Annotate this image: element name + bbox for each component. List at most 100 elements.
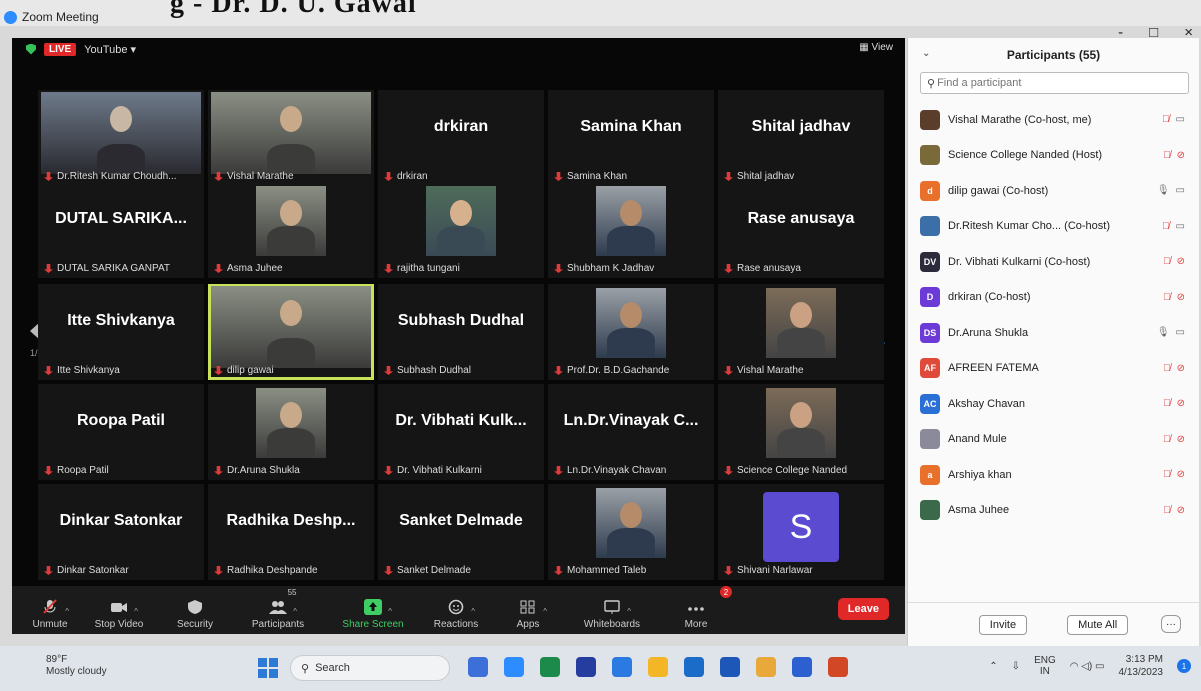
video-tile[interactable]: Radhika Deshp... Radhika Deshpande (208, 484, 374, 580)
mute-all-button[interactable]: Mute All (1067, 614, 1129, 635)
camera-off-icon[interactable]: ⊘ (1177, 292, 1185, 303)
unmute-button[interactable]: ^ Unmute (22, 586, 78, 630)
live-platform-dropdown[interactable]: YouTube ▾ (84, 43, 136, 56)
zoom-app-icon[interactable] (504, 657, 524, 677)
zoom-meeting-icon[interactable] (792, 657, 812, 677)
video-tile[interactable]: Vishal Marathe (208, 90, 374, 186)
participants-button[interactable]: ^ 55 Participants (230, 586, 326, 630)
camera-off-icon[interactable]: ⊘ (1177, 398, 1185, 409)
chrome-icon[interactable] (756, 657, 776, 677)
apps-button[interactable]: ^ Apps (492, 586, 564, 630)
camera-off-icon[interactable]: ⊘ (1177, 363, 1185, 374)
video-tile[interactable]: dilip gawai (208, 284, 374, 380)
participant-row[interactable]: Dr.Ritesh Kumar Cho... (Co-host) 🎙̸ ▭ (908, 209, 1199, 245)
leave-button[interactable]: Leave (837, 598, 889, 620)
copilot-icon[interactable] (468, 657, 488, 677)
video-tile[interactable]: Dinkar Satonkar Dinkar Satonkar (38, 484, 204, 580)
participant-search-box[interactable]: ⚲ (920, 72, 1189, 94)
mic-icon[interactable]: 🎙 (1157, 327, 1170, 338)
participant-row[interactable]: AC Akshay Chavan 🎙̸ ⊘ (908, 386, 1199, 422)
participant-row[interactable]: Asma Juhee 🎙̸ ⊘ (908, 493, 1199, 529)
encryption-shield-icon[interactable] (26, 43, 36, 55)
participant-row[interactable]: Science College Nanded (Host) 🎙̸ ⊘ (908, 138, 1199, 174)
video-tile[interactable]: Samina Khan Samina Khan (548, 90, 714, 186)
stop-video-button[interactable]: ^ Stop Video (78, 586, 160, 630)
edge-browser-icon[interactable] (540, 657, 560, 677)
notification-badge[interactable]: 1 (1177, 659, 1191, 673)
mic-muted-icon[interactable]: 🎙̸ (1163, 434, 1171, 445)
store-icon[interactable] (576, 657, 596, 677)
wifi-volume-battery-icon[interactable]: ◠ ◁) ▭ (1070, 661, 1105, 672)
participant-search-input[interactable] (937, 77, 1138, 89)
word-icon[interactable] (720, 657, 740, 677)
mic-muted-icon[interactable]: 🎙̸ (1162, 114, 1170, 125)
more-button[interactable]: 2 More (660, 586, 732, 630)
video-tile[interactable]: Shubham K Jadhav (548, 182, 714, 278)
live-badge[interactable]: LIVE (44, 42, 77, 56)
whiteboards-button[interactable]: ^ Whiteboards (564, 586, 660, 630)
camera-icon[interactable]: ▭ (1176, 185, 1185, 196)
video-tile[interactable]: Shital jadhav Shital jadhav (718, 90, 884, 186)
camera-off-icon[interactable]: ⊘ (1177, 150, 1185, 161)
view-button[interactable]: ▦ View (859, 42, 893, 53)
camera-icon[interactable]: ▭ (1176, 327, 1185, 338)
camera-off-icon[interactable]: ⊘ (1177, 505, 1185, 516)
participant-row[interactable]: DS Dr.Aruna Shukla 🎙 ▭ (908, 315, 1199, 351)
video-tile[interactable]: Mohammed Taleb (548, 484, 714, 580)
video-tile[interactable]: Roopa Patil Roopa Patil (38, 384, 204, 480)
maximize-button[interactable]: □ (1149, 24, 1158, 41)
minimize-button[interactable]: - (1118, 24, 1123, 41)
video-tile[interactable]: Asma Juhee (208, 182, 374, 278)
video-tile[interactable]: Rase anusaya Rase anusaya (718, 182, 884, 278)
participant-row[interactable]: Vishal Marathe (Co-host, me) 🎙̸ ▭ (908, 102, 1199, 138)
file-explorer-icon[interactable] (648, 657, 668, 677)
video-tile[interactable]: Vishal Marathe (718, 284, 884, 380)
participant-row[interactable]: Ddrkiran (Co-host) 🎙̸ ⊘ (908, 280, 1199, 316)
mic-muted-icon[interactable]: 🎙̸ (1163, 256, 1171, 267)
mic-muted-icon[interactable]: 🎙̸ (1163, 469, 1171, 480)
video-tile[interactable]: Prof.Dr. B.D.Gachande (548, 284, 714, 380)
security-button[interactable]: Security (160, 586, 230, 630)
video-tile[interactable]: Dr. Vibhati Kulk... Dr. Vibhati Kulkarni (378, 384, 544, 480)
participant-row[interactable]: a Arshiya khan 🎙̸ ⊘ (908, 457, 1199, 493)
mic-muted-icon[interactable]: 🎙̸ (1163, 398, 1171, 409)
mic-muted-icon[interactable]: 🎙̸ (1163, 363, 1171, 374)
camera-icon[interactable]: ▭ (1176, 221, 1185, 232)
video-tile[interactable]: Subhash Dudhal Subhash Dudhal (378, 284, 544, 380)
app-l-icon[interactable] (684, 657, 704, 677)
mic-muted-icon[interactable]: 🎙̸ (1163, 292, 1171, 303)
camera-off-icon[interactable]: ⊘ (1177, 469, 1185, 480)
camera-icon[interactable]: ▭ (1176, 114, 1185, 125)
mic-icon[interactable]: 🎙 (1157, 185, 1170, 196)
video-tile[interactable]: drkiran drkiran (378, 90, 544, 186)
panel-more-button[interactable]: ··· (1161, 615, 1181, 633)
video-tile[interactable]: DUTAL SARIKA... DUTAL SARIKA GANPAT (38, 182, 204, 278)
windows-start-icon[interactable] (258, 658, 278, 678)
share-screen-button[interactable]: ^ Share Screen (326, 586, 420, 630)
reactions-button[interactable]: ^ Reactions (420, 586, 492, 630)
video-tile[interactable]: Dr.Ritesh Kumar Choudh... (38, 90, 204, 186)
weather-widget[interactable]: 89°F Mostly cloudy (46, 654, 107, 678)
participant-row[interactable]: AF AFREEN FATEMA 🎙̸ ⊘ (908, 351, 1199, 387)
powerpoint-icon[interactable] (828, 657, 848, 677)
participant-row[interactable]: Anand Mule 🎙̸ ⊘ (908, 422, 1199, 458)
taskbar-search[interactable]: ⚲ Search (290, 655, 450, 681)
invite-button[interactable]: Invite (978, 614, 1028, 635)
mic-muted-icon[interactable]: 🎙̸ (1163, 150, 1171, 161)
tray-clock[interactable]: 3:13 PM 4/13/2023 (1119, 653, 1164, 679)
participant-row[interactable]: DV Dr. Vibhati Kulkarni (Co-host) 🎙̸ ⊘ (908, 244, 1199, 280)
participant-row[interactable]: d dilip gawai (Co-host) 🎙 ▭ (908, 173, 1199, 209)
video-tile[interactable]: Ln.Dr.Vinayak C... Ln.Dr.Vinayak Chavan (548, 384, 714, 480)
camera-off-icon[interactable]: ⊘ (1177, 434, 1185, 445)
video-tile[interactable]: rajitha tungani (378, 182, 544, 278)
close-button[interactable]: × (1184, 24, 1193, 41)
video-tile[interactable]: Itte Shivkanya Itte Shivkanya (38, 284, 204, 380)
video-tile[interactable]: Dr.Aruna Shukla (208, 384, 374, 480)
collapse-panel-chevron-icon[interactable]: ⌄ (922, 48, 930, 59)
mic-muted-icon[interactable]: 🎙̸ (1162, 221, 1170, 232)
mic-muted-icon[interactable]: 🎙̸ (1163, 505, 1171, 516)
tray-chevron-icon[interactable]: ⌃ (989, 661, 997, 672)
video-tile[interactable]: Sanket Delmade Sanket Delmade (378, 484, 544, 580)
tray-usb-icon[interactable]: ⇩ (1012, 661, 1020, 672)
language-indicator[interactable]: ENG IN (1034, 655, 1056, 677)
